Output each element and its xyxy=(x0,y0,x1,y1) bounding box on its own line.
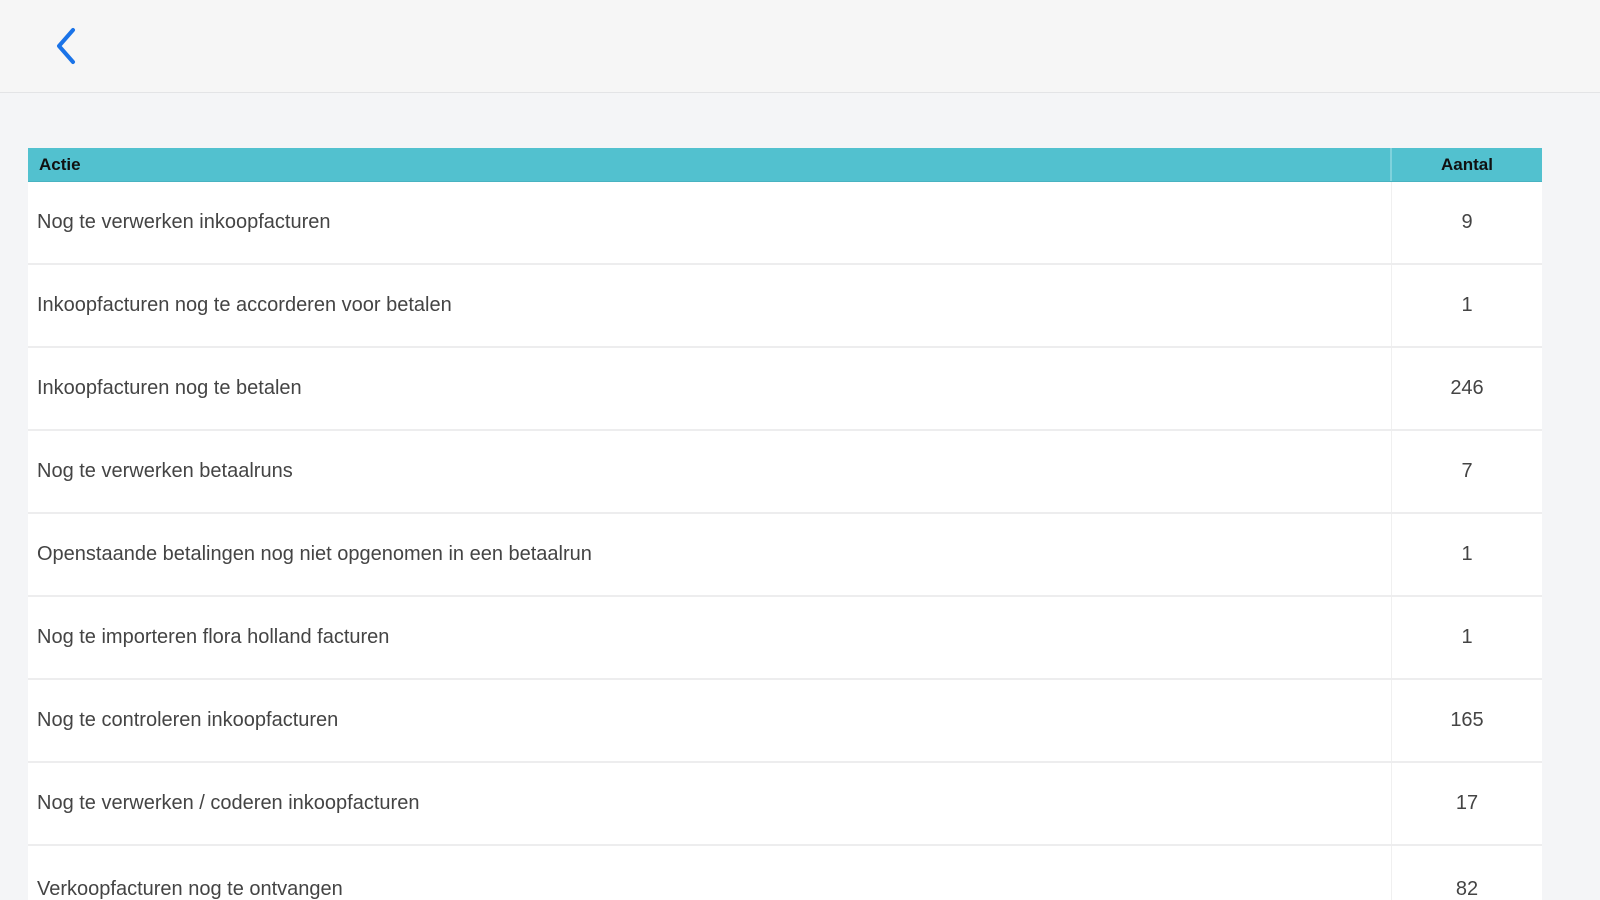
table-row[interactable]: Nog te verwerken / coderen inkoopfacture… xyxy=(28,763,1542,846)
table-row[interactable]: Nog te verwerken betaalruns 7 xyxy=(28,431,1542,514)
row-aantal: 1 xyxy=(1461,543,1473,565)
row-actie: Inkoopfacturen nog te accorderen voor be… xyxy=(28,265,1392,346)
row-actie: Openstaande betalingen nog niet opgenome… xyxy=(28,514,1392,595)
row-actie: Verkoopfacturen nog te ontvangen xyxy=(28,846,1392,900)
table-row[interactable]: Openstaande betalingen nog niet opgenome… xyxy=(28,514,1542,597)
row-aantal: 1 xyxy=(1461,626,1473,648)
row-aantal: 82 xyxy=(1455,878,1479,900)
table-row[interactable]: Nog te controleren inkoopfacturen 165 xyxy=(28,680,1542,763)
row-actie: Inkoopfacturen nog te betalen xyxy=(28,348,1392,429)
table-row[interactable]: Inkoopfacturen nog te betalen 246 xyxy=(28,348,1542,431)
table-row[interactable]: Verkoopfacturen nog te ontvangen 82 xyxy=(28,846,1542,900)
column-header-aantal[interactable]: Aantal xyxy=(1392,148,1542,181)
column-header-actie[interactable]: Actie xyxy=(28,148,1392,181)
row-actie: Nog te importeren flora holland facturen xyxy=(28,597,1392,678)
row-actie: Nog te controleren inkoopfacturen xyxy=(28,680,1392,761)
table-header: Actie Aantal xyxy=(28,148,1542,182)
top-bar xyxy=(0,0,1600,93)
row-aantal: 246 xyxy=(1450,377,1484,399)
row-actie: Nog te verwerken / coderen inkoopfacture… xyxy=(28,763,1392,844)
row-aantal: 165 xyxy=(1450,709,1484,731)
row-aantal: 9 xyxy=(1461,211,1473,233)
row-actie: Nog te verwerken betaalruns xyxy=(28,431,1392,512)
back-button[interactable] xyxy=(44,24,88,68)
row-aantal: 1 xyxy=(1461,294,1473,316)
row-actie: Nog te verwerken inkoopfacturen xyxy=(28,182,1392,263)
row-aantal: 17 xyxy=(1455,792,1479,814)
table-row[interactable]: Inkoopfacturen nog te accorderen voor be… xyxy=(28,265,1542,348)
actions-table: Actie Aantal Nog te verwerken inkoopfact… xyxy=(28,148,1542,900)
chevron-left-icon xyxy=(57,28,75,64)
table-row[interactable]: Nog te importeren flora holland facturen… xyxy=(28,597,1542,680)
row-aantal: 7 xyxy=(1461,460,1473,482)
table-row[interactable]: Nog te verwerken inkoopfacturen 9 xyxy=(28,182,1542,265)
